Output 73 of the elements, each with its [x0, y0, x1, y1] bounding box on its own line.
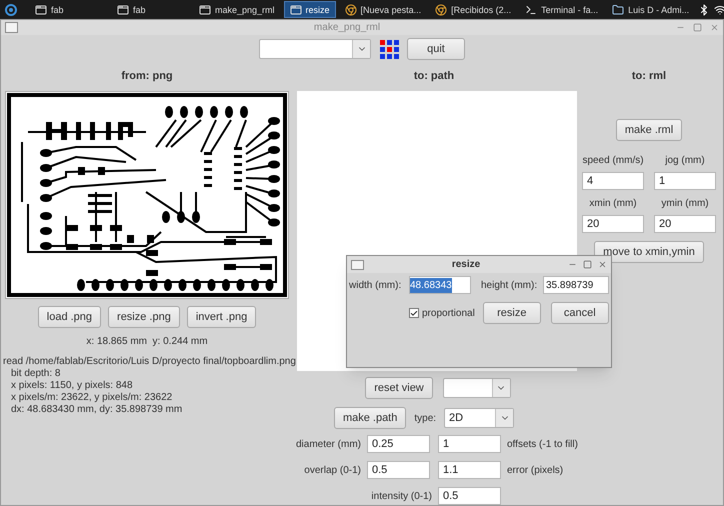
column-heading: from: png [121, 68, 173, 84]
taskbar-item[interactable]: fab [30, 1, 108, 18]
rml-label: jog (mm) [664, 154, 706, 167]
app-icon [5, 22, 18, 33]
quit-button[interactable]: quit [407, 38, 465, 60]
make-path-button[interactable]: make .path [334, 407, 406, 429]
type-label: type: [414, 412, 436, 426]
taskbar-item[interactable]: Luis D - Admi... [607, 1, 694, 18]
dialog-title: resize [450, 258, 482, 272]
dialog-button[interactable]: cancel [550, 302, 609, 324]
rml-label: speed (mm/s) [582, 154, 644, 167]
column-heading: to: rml [632, 68, 666, 84]
taskbar-item[interactable]: [Recibidos (2... [430, 1, 516, 18]
browser-icon [344, 4, 357, 16]
taskbar-item[interactable]: Terminal - fa... [520, 1, 604, 18]
window-icon [117, 4, 129, 16]
param-field[interactable]: 1.1 [438, 461, 501, 479]
reset-view-button[interactable]: reset view [365, 377, 433, 399]
dialog-button[interactable]: resize [482, 302, 541, 324]
folder-icon [612, 4, 624, 16]
proportional-checkbox[interactable] [409, 308, 419, 318]
png-action-button[interactable]: invert .png [186, 306, 256, 328]
make-rml-button[interactable]: make .rml [616, 119, 682, 141]
rml-field[interactable]: 4 [582, 172, 644, 190]
view-dropdown[interactable] [442, 378, 511, 398]
move-button[interactable]: move to xmin,ymin [594, 241, 704, 263]
file-info-line: read /home/fablab/Escritorio/Luis D/proyecto final/topboardlim.png [3, 356, 296, 368]
window-icon [199, 4, 211, 16]
browser-icon [435, 4, 448, 16]
rml-label: ymin (mm) [660, 197, 710, 210]
param-label: diameter (mm) [294, 438, 361, 452]
rml-field[interactable]: 20 [582, 215, 644, 233]
png-action-button[interactable]: resize .png [108, 306, 180, 328]
terminal-icon [525, 4, 538, 16]
param-field[interactable]: 0.25 [367, 435, 430, 453]
window-icon [35, 4, 47, 16]
close-icon[interactable] [598, 260, 607, 269]
param-note: error (pixels) [507, 464, 564, 478]
close-icon[interactable] [710, 23, 719, 32]
type-dropdown[interactable]: 2D [444, 408, 514, 428]
rml-label: xmin (mm) [588, 197, 638, 210]
rml-field[interactable]: 20 [654, 215, 716, 233]
wifi-icon[interactable] [714, 4, 724, 16]
maximize-icon[interactable] [693, 23, 702, 32]
param-field[interactable]: 0.5 [367, 461, 430, 479]
column-heading: to: path [414, 68, 454, 84]
file-info-line: x pixels/m: 23622, y pixels/m: 23622 [11, 392, 174, 404]
param-field[interactable]: 1 [438, 435, 501, 453]
taskbar-item[interactable]: [Nueva pesta... [340, 1, 426, 18]
taskbar-item[interactable]: resize [284, 1, 336, 18]
param-label: intensity (0-1) [370, 490, 432, 504]
launcher-icon[interactable] [4, 2, 18, 16]
png-action-button[interactable]: load .png [38, 306, 102, 328]
grid-dots-icon [379, 39, 399, 59]
taskbar-item[interactable]: fab [112, 1, 190, 18]
width-field[interactable]: 48.68343 [409, 276, 471, 294]
file-info-line: x pixels: 1150, y pixels: 848 [11, 380, 134, 392]
window-icon [290, 4, 302, 16]
window-title: make_png_rml [312, 21, 382, 35]
height-field[interactable]: 35.898739 [543, 276, 609, 294]
maximize-icon[interactable] [583, 260, 592, 269]
param-note: offsets (-1 to fill) [507, 438, 578, 452]
param-label: overlap (0-1) [303, 464, 361, 478]
app-icon [351, 260, 364, 270]
width-label: width (mm): [349, 278, 402, 292]
proportional-label: proportional [422, 306, 475, 320]
taskbar-item[interactable]: make_png_rml [194, 1, 280, 18]
param-field[interactable]: 0.5 [438, 487, 501, 505]
file-info-line: dx: 48.683430 mm, dy: 35.898739 mm [11, 404, 184, 416]
file-info-line: bit depth: 8 [11, 368, 62, 380]
rml-field[interactable]: 1 [654, 172, 716, 190]
cursor-position: x: 18.865 mm y: 0.244 mm [86, 335, 208, 349]
height-label: height (mm): [481, 278, 538, 292]
